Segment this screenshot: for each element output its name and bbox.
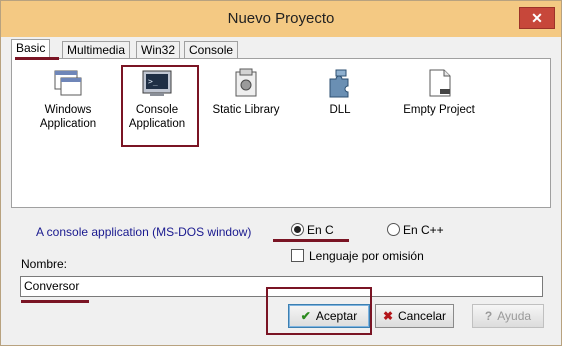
template-empty-project[interactable]: Empty Project — [396, 67, 482, 117]
help-icon: ? — [484, 309, 493, 323]
name-annotation-underline — [21, 300, 89, 303]
radio-selected-indicator — [291, 223, 304, 236]
cancel-button[interactable]: ✖ Cancelar — [375, 304, 454, 328]
radio-en-c[interactable]: En C — [291, 223, 334, 237]
help-button[interactable]: ? Ayuda — [472, 304, 544, 328]
tab-basic[interactable]: Basic — [11, 39, 51, 59]
title-bar[interactable]: Nuevo Proyecto ✕ — [1, 1, 561, 37]
static-library-icon — [235, 68, 257, 97]
tab-multimedia[interactable]: Multimedia — [62, 41, 131, 58]
template-label: Empty Project — [403, 104, 475, 116]
radio-indicator — [387, 223, 400, 236]
new-project-dialog: Nuevo Proyecto ✕ Basic Multimedia Win32 … — [0, 0, 562, 346]
cross-icon: ✖ — [382, 309, 394, 323]
template-label: Application — [39, 118, 97, 130]
templates-panel: Windows Application >_ Console Applicati… — [11, 58, 551, 208]
template-description: A console application (MS-DOS window) — [36, 225, 252, 239]
cancel-button-label: Cancelar — [398, 309, 447, 323]
dll-icon — [329, 69, 349, 98]
basic-tab-annotation-underline — [15, 57, 59, 60]
radio-en-cpp[interactable]: En C++ — [387, 223, 444, 237]
template-dll[interactable]: DLL — [300, 67, 380, 117]
en-c-annotation-underline — [273, 239, 349, 242]
template-windows-application[interactable]: Windows Application — [28, 67, 108, 131]
windows-app-icon — [54, 70, 82, 96]
tab-win32[interactable]: Win32 — [136, 41, 181, 58]
template-static-library[interactable]: Static Library — [206, 67, 286, 117]
dialog-body: Basic Multimedia Win32 Console Windows A… — [7, 37, 555, 339]
radio-label: En C++ — [403, 223, 444, 237]
accept-annotation-box — [266, 287, 372, 335]
name-label: Nombre: — [21, 257, 68, 271]
help-button-label: Ayuda — [497, 309, 532, 323]
console-app-annotation-box — [121, 65, 199, 147]
default-language-checkbox[interactable]: Lenguaje por omisión — [291, 249, 424, 263]
empty-project-icon — [429, 69, 451, 97]
close-button[interactable]: ✕ — [519, 7, 555, 29]
template-label: Windows — [44, 104, 92, 116]
template-label: DLL — [329, 104, 351, 116]
checkbox-label: Lenguaje por omisión — [309, 249, 424, 263]
dialog-title: Nuevo Proyecto — [227, 10, 335, 27]
tab-console[interactable]: Console — [184, 41, 239, 58]
template-label: Static Library — [212, 104, 280, 116]
radio-label: En C — [307, 223, 334, 237]
checkbox-box — [291, 249, 304, 262]
